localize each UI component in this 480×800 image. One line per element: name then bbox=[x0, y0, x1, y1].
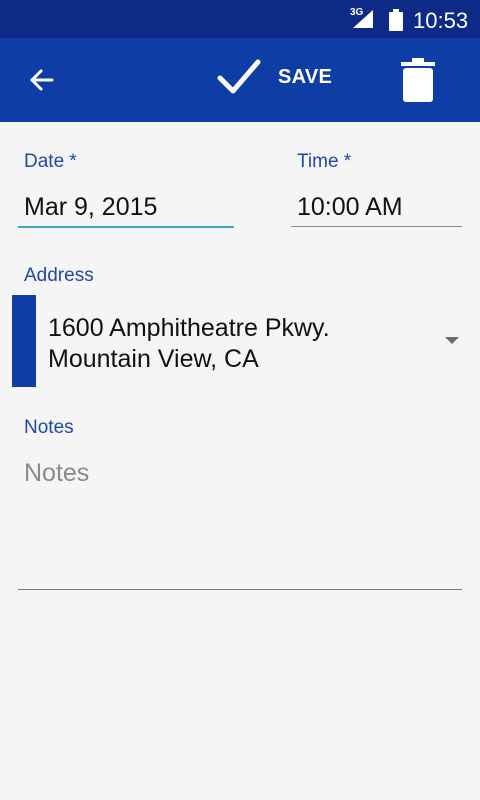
time-underline bbox=[291, 226, 462, 227]
app-toolbar: SAVE bbox=[0, 38, 480, 122]
notes-label: Notes bbox=[24, 417, 74, 438]
date-field[interactable]: Mar 9, 2015 bbox=[18, 186, 234, 230]
back-button[interactable] bbox=[26, 64, 58, 96]
time-label: Time * bbox=[297, 151, 352, 172]
dropdown-arrow-icon bbox=[445, 337, 459, 344]
date-underline bbox=[18, 226, 234, 228]
save-label: SAVE bbox=[278, 66, 333, 88]
notes-placeholder: Notes bbox=[24, 459, 90, 487]
battery-icon bbox=[389, 9, 403, 36]
address-line-1: 1600 Amphitheatre Pkwy. bbox=[48, 314, 330, 342]
delete-button[interactable] bbox=[398, 58, 438, 104]
notes-underline bbox=[18, 589, 462, 590]
notes-field[interactable]: Notes bbox=[18, 450, 462, 592]
address-label: Address bbox=[24, 265, 94, 286]
time-value: 10:00 AM bbox=[297, 193, 403, 221]
address-accent-bar bbox=[12, 295, 36, 387]
arrow-left-icon bbox=[26, 69, 58, 100]
date-value: Mar 9, 2015 bbox=[24, 193, 158, 221]
time-field[interactable]: 10:00 AM bbox=[291, 186, 462, 230]
address-line-2: Mountain View, CA bbox=[48, 345, 259, 373]
status-clock: 10:53 bbox=[413, 8, 469, 33]
address-dropdown[interactable]: 1600 Amphitheatre Pkwy. Mountain View, C… bbox=[12, 295, 468, 387]
date-label: Date * bbox=[24, 151, 77, 172]
status-bar: 3G 10:53 bbox=[0, 0, 480, 38]
save-button[interactable]: SAVE bbox=[216, 56, 346, 100]
trash-icon bbox=[398, 58, 438, 108]
signal-icon bbox=[353, 10, 375, 33]
